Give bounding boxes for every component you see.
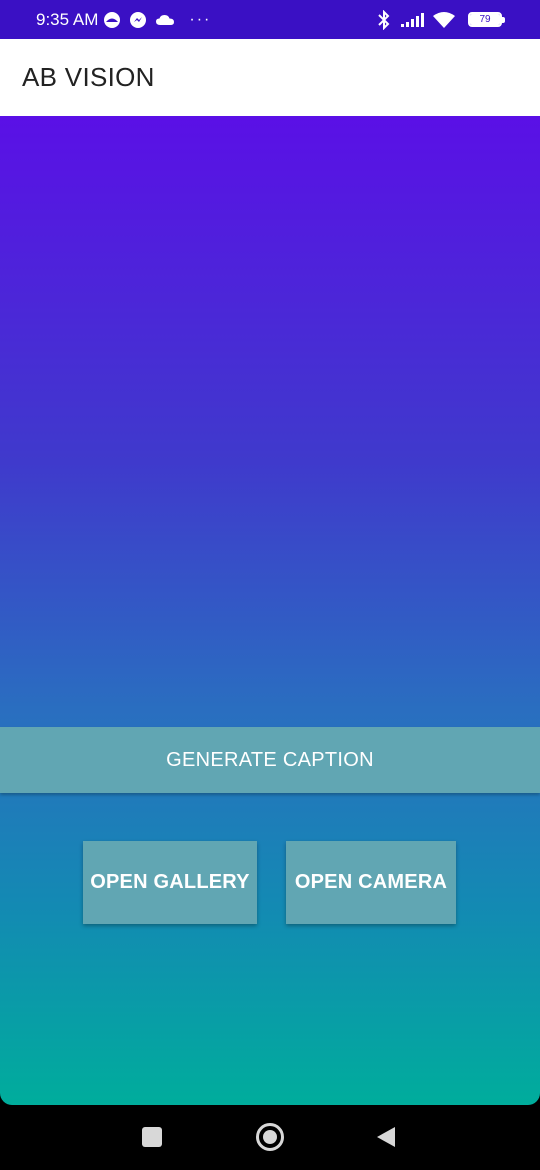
generate-caption-button[interactable]: GENERATE CAPTION: [0, 727, 540, 793]
cloud-icon: [155, 13, 175, 27]
open-gallery-button[interactable]: OPEN GALLERY: [83, 841, 257, 924]
signal-icon: [400, 12, 424, 28]
home-icon-inner: [263, 1130, 277, 1144]
status-bar: 9:35 AM ··· 79: [0, 0, 540, 39]
home-icon[interactable]: [256, 1123, 284, 1151]
open-camera-button[interactable]: OPEN CAMERA: [286, 841, 456, 924]
screen: 9:35 AM ··· 79 AB VISION GENERATE CAPTIO…: [0, 0, 540, 1170]
status-right: 79: [376, 9, 505, 30]
app-title: AB VISION: [22, 62, 155, 92]
recents-icon[interactable]: [142, 1127, 162, 1147]
main-content: GENERATE CAPTION OPEN GALLERY OPEN CAMER…: [0, 116, 540, 1105]
messenger-icon: [129, 11, 147, 29]
battery-indicator: 79: [468, 12, 505, 27]
circle-status-icon: [103, 11, 121, 29]
more-notifications-icon: ···: [189, 10, 212, 28]
status-time: 9:35 AM: [36, 9, 99, 29]
navigation-bar: [0, 1105, 540, 1170]
app-bar: AB VISION: [0, 39, 540, 116]
battery-level: 79: [470, 14, 500, 25]
wifi-icon: [432, 11, 456, 29]
status-left: 9:35 AM ···: [36, 10, 211, 30]
back-icon[interactable]: [376, 1126, 396, 1153]
bluetooth-icon: [376, 9, 392, 30]
